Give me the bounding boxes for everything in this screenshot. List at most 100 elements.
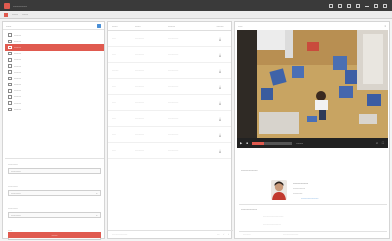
table-cell: ~~~~~~~ — [135, 101, 144, 104]
camera-icon — [8, 76, 12, 81]
table-cell: ~~~ — [112, 133, 116, 136]
camera-icon — [8, 64, 12, 68]
filter-label-1: ~~~~~~~ — [8, 163, 18, 166]
table-cell: ~~~~~~~~ — [168, 117, 179, 120]
camera-icon — [8, 51, 12, 56]
tree-item-label: ~~~~~ — [14, 58, 21, 62]
app-logo-icon — [4, 2, 10, 9]
avatar — [271, 180, 287, 200]
camera-icon — [8, 33, 12, 37]
camera-icon — [8, 95, 12, 99]
download-icon[interactable]: ⤓ — [210, 100, 230, 105]
tree-item[interactable]: ~~~~~ — [5, 106, 104, 112]
event-section-title: ~~~~~~~~~~~ — [241, 208, 258, 211]
filter-value-1: ~~~~~~~ — [11, 169, 21, 173]
detail-footer-right: ~~~~~~~~~~~~ — [283, 234, 299, 236]
divider — [239, 231, 387, 232]
filter-select-2[interactable]: ~~~~~~~ ⌄ — [8, 190, 101, 196]
table-cell: ~~~~~~~~ — [168, 133, 179, 136]
person-photo — [271, 180, 287, 200]
column-header-3[interactable]: ~~~~~ — [168, 25, 210, 28]
minimize-button[interactable] — [365, 5, 369, 7]
table-row[interactable]: ~~~ ~~~~~~~ ~~~~~~~~ ⤓ — [108, 31, 231, 47]
table-cell: ~~~~~~~ — [135, 53, 144, 56]
pagination-controls: ~~ ‹ › — [217, 234, 229, 236]
table-body: ~~~ ~~~~~~~ ~~~~~~~~ ⤓ ~~~ ~~~~~~~ ~~~~~~~~ ⤓ ~~… — [108, 31, 231, 159]
table-row[interactable]: ~~~ ~~~~~~~ ~~~~~~~~ ⤓ — [108, 47, 231, 63]
column-header-2[interactable]: ~~~~ — [135, 25, 168, 28]
per-page-select[interactable]: ~~ — [217, 234, 220, 236]
seek-progress — [252, 141, 265, 145]
divider — [5, 158, 104, 159]
home-icon[interactable] — [4, 12, 8, 17]
video-player[interactable] — [237, 30, 388, 138]
fullscreen-icon[interactable]: ⛶ — [382, 141, 384, 145]
person-detail-link[interactable]: ~~~~~~~~~~~~~ — [301, 198, 318, 200]
video-time: ~~~~ — [296, 141, 304, 145]
title-bar: ~~~~~~~~ — [0, 0, 392, 11]
download-icon[interactable]: ⤓ — [210, 52, 230, 57]
table-row[interactable]: ~~~ ~~~~~~~ ~~~~~~~~ ⤓ — [108, 79, 231, 95]
table-row[interactable]: ~~~~~ ~~~~~~~ ~~~~~~~~ ⤓ — [108, 63, 231, 79]
tree-item-label: ~~~~~ — [14, 64, 21, 68]
settings-icon[interactable] — [338, 3, 342, 8]
prev-page-button[interactable]: ‹ — [224, 234, 225, 236]
info-section-title: ~~~~~~~~~~~ — [241, 169, 258, 172]
person-line-1: ~~~~~~~~~ — [293, 188, 306, 190]
next-page-button[interactable]: › — [228, 234, 229, 236]
table-cell: ~~~~~~~ — [135, 133, 144, 136]
column-header-4[interactable]: ~~~~~ — [210, 25, 230, 28]
stop-icon[interactable]: ■ — [246, 141, 248, 145]
camera-icon — [8, 58, 12, 62]
detail-panel-header: ~~~ × — [235, 22, 389, 30]
table-row[interactable]: ~~~ ~~~~~~~ ~~~~~~~~ ⤓ — [108, 127, 231, 143]
table-cell: ~~~~~~~~ — [168, 85, 179, 88]
filter-select-3[interactable]: ~~~~~~~ ⌄ — [8, 212, 101, 218]
resource-panel: ~~~ ~~~~~ ~~~~~ ~~~~~ ~~~~~ ~~~~~ ~~~~~ ~~~~~ ~… — [2, 21, 105, 240]
close-window-button[interactable] — [383, 3, 387, 8]
download-icon[interactable]: ⤓ — [210, 148, 230, 153]
event-line-2: ~~~~~~~~~~~~~~ — [263, 224, 281, 226]
search-button[interactable]: ~~~~ — [8, 232, 101, 238]
volume-icon[interactable]: ♫ — [376, 141, 378, 145]
device-tree: ~~~~~ ~~~~~ ~~~~~ ~~~~~ ~~~~~ ~~~~~ ~~~~~ ~~~~~… — [5, 32, 104, 154]
table-cell: ~~~~~ — [112, 69, 119, 72]
table-cell: ~~~~~~~ — [135, 37, 144, 40]
play-icon[interactable]: ▶ — [240, 141, 242, 145]
title-bar-toolbar — [329, 3, 387, 8]
menu-item-1[interactable]: ~~~~ — [12, 13, 18, 16]
filter-value-2: ~~~~~~~ — [11, 191, 21, 195]
tree-item-label: ~~~~~ — [14, 33, 21, 37]
download-icon[interactable]: ⤓ — [210, 116, 230, 121]
download-icon[interactable]: ⤓ — [210, 36, 230, 41]
close-icon[interactable]: × — [384, 25, 386, 28]
table-row[interactable]: ~~~ ~~~~~~~ ~~~~~~~~ ⤓ — [108, 111, 231, 127]
resource-panel-title: ~~~ — [6, 23, 12, 28]
layout-icon[interactable] — [329, 3, 333, 8]
refresh-icon[interactable] — [97, 23, 101, 28]
search-button-label: ~~~~ — [51, 233, 58, 237]
event-line-1: ~~~~~~~~~~~~~~~~ — [263, 216, 284, 218]
video-right-controls: ♫ ⛶ — [376, 141, 384, 145]
filter-select-1[interactable]: ~~~~~~~ — [8, 168, 101, 174]
table-cell: ~~~ — [112, 117, 116, 120]
download-icon[interactable]: ⤓ — [210, 68, 230, 73]
account-icon[interactable] — [347, 3, 351, 8]
table-row[interactable]: ~~~ ~~~~~~~ ~~~~~~~~ ⤓ — [108, 143, 231, 159]
menu-item-2[interactable]: ~~~~ — [22, 13, 28, 16]
table-cell: ~~~~~~~ — [135, 149, 144, 152]
table-cell: ~~~ — [112, 149, 116, 152]
seek-bar[interactable] — [252, 141, 293, 145]
download-icon[interactable]: ⤓ — [210, 84, 230, 89]
column-header-1[interactable]: ~~~~ — [108, 25, 135, 28]
table-cell: ~~~ — [112, 37, 116, 40]
table-cell: ~~~~~~~ — [135, 117, 144, 120]
camera-icon — [8, 70, 12, 74]
maximize-button[interactable] — [374, 3, 378, 8]
camera-icon — [8, 89, 12, 93]
table-row[interactable]: ~~~ ~~~~~~~ ~~~~~~~~ ⤓ — [108, 95, 231, 111]
record-list-panel: ~~~~ ~~~~ ~~~~~ ~~~~~ ~~~ ~~~~~~~ ~~~~~~~~… — [107, 21, 233, 239]
help-icon[interactable] — [356, 3, 360, 8]
pagination-bar: ~~~~~~~~~~~~ ~~ ‹ › — [108, 230, 233, 238]
download-icon[interactable]: ⤓ — [210, 132, 230, 137]
